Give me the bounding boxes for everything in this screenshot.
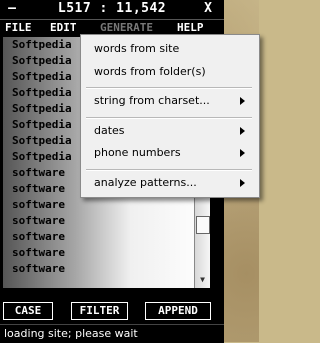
menu-item-label: string from charset...	[94, 94, 210, 107]
list-item[interactable]: software	[12, 229, 65, 245]
submenu-arrow-icon	[240, 127, 245, 135]
menu-item-analyze-patterns[interactable]: analyze patterns...	[81, 173, 259, 193]
list-item[interactable]: Softpedia	[12, 101, 72, 117]
menu-item-words-from-site[interactable]: words from site	[81, 39, 259, 59]
append-button[interactable]: APPEND	[145, 302, 211, 320]
list-item[interactable]: Softpedia	[12, 53, 72, 69]
title-bar[interactable]: — L517 : 11,542 X	[0, 0, 224, 18]
list-item[interactable]: Softpedia	[12, 117, 72, 133]
menu-item-string-from-charset[interactable]: string from charset...	[81, 91, 259, 111]
status-text: loading site; please wait	[4, 327, 138, 340]
scroll-down-icon[interactable]: ▼	[195, 275, 210, 284]
menu-item-label: words from site	[94, 42, 180, 55]
list-item[interactable]: Softpedia	[12, 133, 72, 149]
menu-item-label: words from folder(s)	[94, 65, 206, 78]
list-item[interactable]: software	[12, 245, 65, 261]
menu-item-phone-numbers[interactable]: phone numbers	[81, 143, 259, 163]
case-button[interactable]: CASE	[3, 302, 53, 320]
list-item[interactable]: Softpedia	[12, 37, 72, 53]
list-item[interactable]: Softpedia	[12, 85, 72, 101]
list-item[interactable]: software	[12, 181, 65, 197]
close-button[interactable]: X	[199, 1, 217, 16]
list-item[interactable]: Softpedia	[12, 149, 72, 165]
filter-button[interactable]: FILTER	[71, 302, 128, 320]
menu-item-dates[interactable]: dates	[81, 121, 259, 141]
minimize-button[interactable]: —	[3, 1, 21, 16]
menu-separator	[86, 87, 252, 89]
menu-separator	[86, 117, 252, 119]
menu-item-label: phone numbers	[94, 146, 181, 159]
generate-dropdown-menu: words from site words from folder(s) str…	[80, 34, 260, 198]
submenu-arrow-icon	[240, 179, 245, 187]
status-bar: loading site; please wait	[0, 324, 224, 343]
scroll-thumb[interactable]	[196, 216, 210, 234]
window-title: L517 : 11,542	[57, 1, 167, 16]
list-item[interactable]: software	[12, 261, 65, 277]
list-item[interactable]: Softpedia	[12, 69, 72, 85]
menu-separator	[86, 169, 252, 171]
menu-item-words-from-folders[interactable]: words from folder(s)	[81, 62, 259, 82]
list-item[interactable]: software	[12, 197, 65, 213]
list-item[interactable]: software	[12, 213, 65, 229]
menu-item-label: analyze patterns...	[94, 176, 197, 189]
submenu-arrow-icon	[240, 97, 245, 105]
menu-item-label: dates	[94, 124, 125, 137]
menu-edit[interactable]: EDIT	[50, 20, 77, 36]
button-bar: CASE FILTER APPEND	[0, 300, 224, 322]
submenu-arrow-icon	[240, 149, 245, 157]
menu-file[interactable]: FILE	[5, 20, 32, 36]
list-item[interactable]: software	[12, 165, 65, 181]
